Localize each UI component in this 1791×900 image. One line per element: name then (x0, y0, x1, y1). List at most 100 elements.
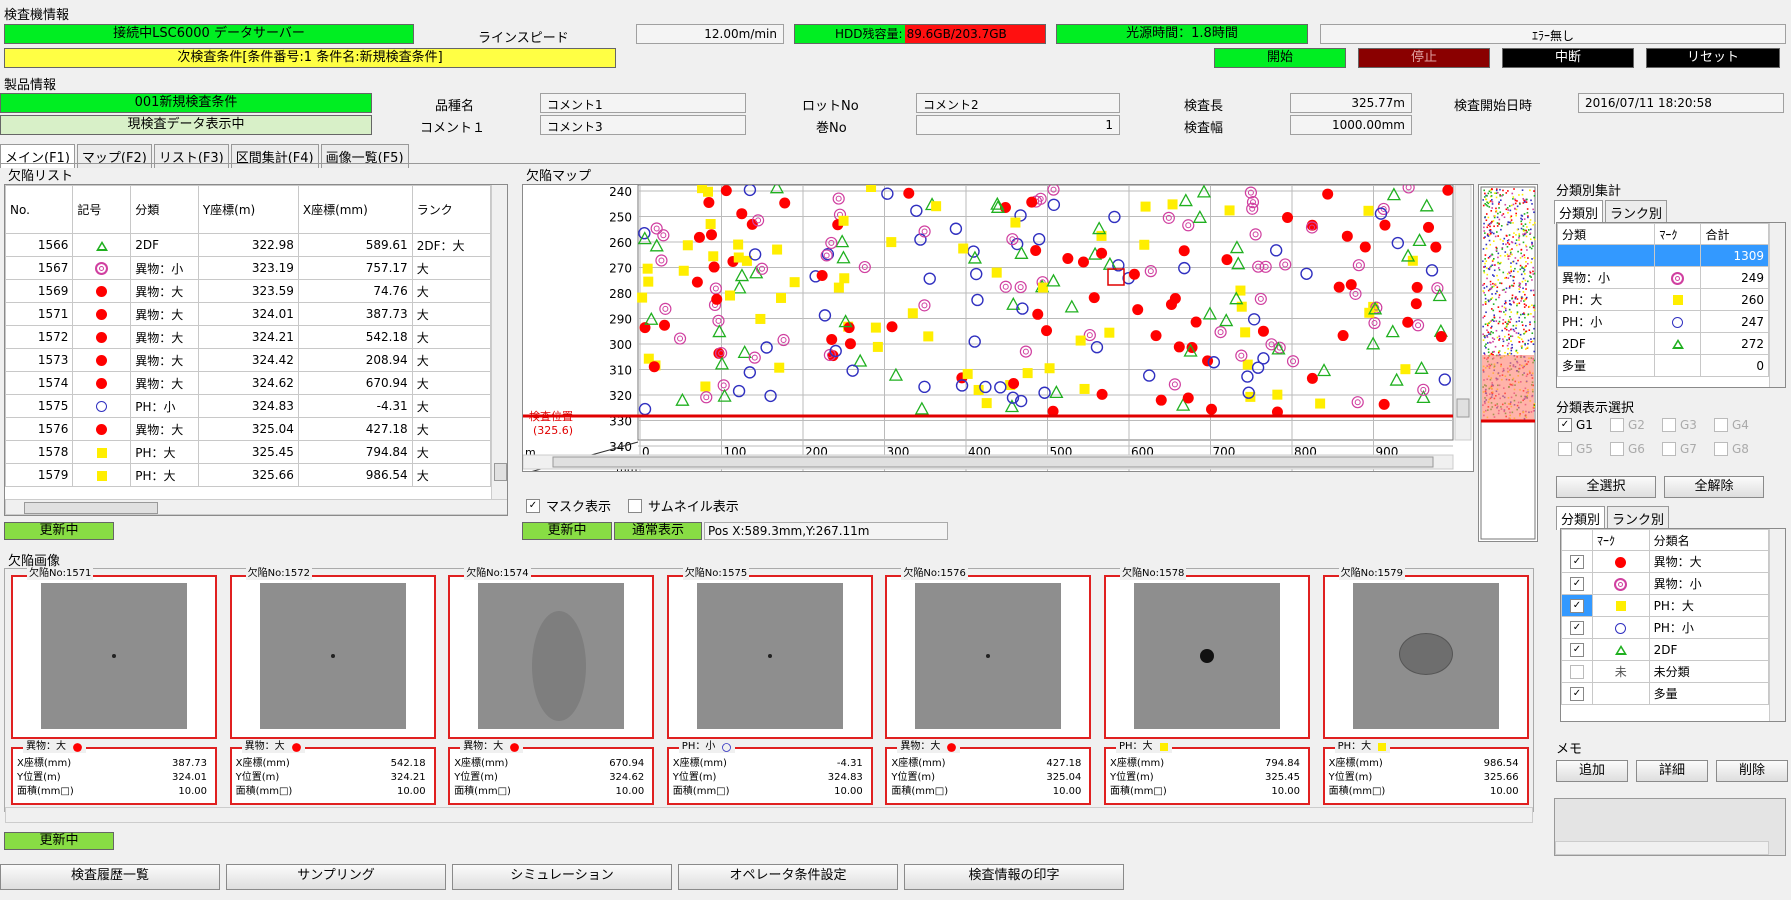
vscroll-thumb[interactable] (494, 463, 507, 481)
table-row[interactable]: 1569 異物：大 323.59 74.76 大 (5, 279, 492, 303)
class-visible-checkbox[interactable]: ✓ (1570, 576, 1584, 591)
defect-list-hscroll[interactable] (5, 499, 507, 515)
start-button[interactable]: 開始 (1214, 48, 1346, 68)
group-toggle-g8[interactable]: G8 (1714, 442, 1749, 456)
table-row[interactable]: 1574 異物：大 324.62 670.94 大 (5, 371, 492, 395)
defect-list-vscroll[interactable] (491, 185, 507, 499)
class-visible-checkbox[interactable] (1570, 664, 1584, 679)
overview-strip-canvas[interactable] (1479, 185, 1537, 541)
column-header[interactable]: 分類 (1557, 223, 1656, 245)
defect-image-card[interactable]: 欠陥No:1571 (11, 568, 217, 739)
tab-display-by-rank[interactable]: ランク別 (1607, 506, 1670, 530)
table-row[interactable]: PH：大 260 (1557, 288, 1769, 311)
tab-display-by-class[interactable]: 分類別 (1556, 506, 1606, 530)
thumbnail-checkbox[interactable] (628, 498, 642, 513)
table-row[interactable]: PH：小 247 (1557, 310, 1769, 333)
table-row[interactable]: 1579 PH：大 325.66 986.54 大 (5, 463, 492, 487)
table-row[interactable]: ✓ 多量 (1561, 682, 1770, 705)
table-row[interactable]: 1572 異物：大 324.21 542.18 大 (5, 325, 492, 349)
memo-hscroll[interactable] (1555, 841, 1769, 855)
table-row[interactable]: ✓ PH：大 (1561, 594, 1770, 617)
group-checkbox[interactable] (1610, 442, 1624, 456)
group-toggle-g5[interactable]: G5 (1558, 442, 1593, 456)
defect-image[interactable] (478, 583, 625, 729)
table-row[interactable]: 1566 2DF 322.98 589.61 2DF：大 (5, 233, 492, 257)
class-visible-checkbox[interactable]: ✓ (1570, 686, 1584, 701)
tab-2[interactable]: マップ(F2) (76, 144, 152, 168)
defect-image-card[interactable]: 欠陥No:1579 (1322, 568, 1529, 739)
mask-toggle[interactable]: ✓ マスク表示 (526, 496, 611, 515)
strip-viewport[interactable] (1482, 355, 1534, 421)
thumbnail-toggle[interactable]: サムネイル表示 (628, 496, 739, 515)
group-checkbox[interactable] (1714, 442, 1728, 456)
group-toggle-g1[interactable]: ✓ G1 (1558, 418, 1593, 432)
column-header[interactable]: 分類名 (1648, 529, 1770, 551)
bottom-button-3[interactable]: シミュレーション (452, 864, 672, 890)
pause-button[interactable]: 中断 (1502, 48, 1634, 68)
memo-detail-button[interactable]: 詳細 (1636, 760, 1708, 782)
defect-image-card[interactable]: 欠陥No:1575 (666, 568, 873, 739)
tab-5[interactable]: 画像一覧(F5) (320, 144, 409, 168)
column-header[interactable]: 合計 (1700, 223, 1769, 245)
table-row[interactable]: 2DF 272 (1557, 332, 1769, 355)
defect-image-card[interactable]: 欠陥No:1574 (448, 568, 655, 739)
memo-delete-button[interactable]: 削除 (1716, 760, 1788, 782)
select-all-button[interactable]: 全選択 (1556, 476, 1656, 498)
group-toggle-g3[interactable]: G3 (1662, 418, 1697, 432)
cell-check[interactable]: ✓ (1561, 594, 1593, 617)
defect-image-card[interactable]: 欠陥No:1576 (885, 568, 1092, 739)
group-checkbox[interactable] (1558, 442, 1572, 456)
memo-text-area[interactable] (1554, 798, 1786, 856)
defect-map-canvas[interactable]: 2402502602702802903003103203303400100200… (522, 180, 1473, 475)
tab-summary-by-class[interactable]: 分類別 (1554, 200, 1604, 224)
cell-check[interactable]: ✓ (1561, 616, 1593, 639)
stop-button[interactable]: 停止 (1358, 48, 1490, 68)
cell-check[interactable]: ✓ (1561, 638, 1593, 661)
class-visible-checkbox[interactable]: ✓ (1570, 554, 1584, 569)
group-checkbox[interactable] (1662, 442, 1676, 456)
table-row[interactable]: 異物：小 249 (1557, 266, 1769, 289)
table-row[interactable]: 1571 異物：大 324.01 387.73 大 (5, 302, 492, 326)
summary-total-row[interactable]: 1309 (1557, 244, 1769, 267)
table-row[interactable]: ✓ 2DF (1561, 638, 1770, 661)
column-header[interactable]: ランク (411, 185, 492, 234)
tab-3[interactable]: リスト(F3) (153, 144, 229, 168)
hscroll-thumb[interactable] (24, 502, 158, 514)
cell-check[interactable] (1561, 660, 1593, 683)
table-row[interactable]: 1576 異物：大 325.04 427.18 大 (5, 417, 492, 441)
map-overview-strip[interactable] (1478, 184, 1538, 542)
class-summary-vscroll[interactable] (1769, 223, 1785, 387)
column-header[interactable]: Y座標(m) (197, 185, 299, 234)
bottom-button-1[interactable]: 検査履歴一覧 (0, 864, 220, 890)
table-row[interactable]: 1578 PH：大 325.45 794.84 大 (5, 440, 492, 464)
defect-image[interactable] (1134, 583, 1280, 729)
class-visible-checkbox[interactable]: ✓ (1570, 620, 1584, 635)
group-checkbox[interactable]: ✓ (1558, 418, 1572, 432)
tab-4[interactable]: 区間集計(F4) (230, 144, 319, 168)
defect-image[interactable] (915, 583, 1062, 729)
group-toggle-g6[interactable]: G6 (1610, 442, 1645, 456)
defect-image[interactable] (41, 583, 187, 729)
map-hscroll-thumb[interactable] (552, 456, 1434, 468)
column-header[interactable]: ﾏｰｸ (1592, 529, 1650, 551)
table-row[interactable]: ✓ PH：小 (1561, 616, 1770, 639)
bottom-button-4[interactable]: オペレータ条件設定 (678, 864, 898, 890)
cell-check[interactable]: ✓ (1561, 550, 1593, 573)
table-row[interactable]: 1575 PH：小 324.83 -4.31 大 (5, 394, 492, 418)
group-toggle-g4[interactable]: G4 (1714, 418, 1749, 432)
group-checkbox[interactable] (1714, 418, 1728, 432)
class-display-vscroll[interactable] (1769, 529, 1785, 721)
table-row[interactable]: 未 未分類 (1561, 660, 1770, 683)
memo-add-button[interactable]: 追加 (1556, 760, 1628, 782)
defect-image[interactable] (259, 583, 406, 729)
cell-check[interactable]: ✓ (1561, 682, 1593, 705)
class-visible-checkbox[interactable]: ✓ (1570, 598, 1584, 613)
defect-image[interactable] (696, 583, 843, 729)
map-vscroll-thumb[interactable] (1456, 398, 1470, 418)
mask-checkbox[interactable]: ✓ (526, 498, 540, 513)
clear-all-button[interactable]: 全解除 (1664, 476, 1764, 498)
group-toggle-g2[interactable]: G2 (1610, 418, 1645, 432)
bottom-button-2[interactable]: サンプリング (226, 864, 446, 890)
column-header[interactable]: 分類 (130, 185, 199, 234)
table-row[interactable]: ✓ 異物：大 (1561, 550, 1770, 573)
